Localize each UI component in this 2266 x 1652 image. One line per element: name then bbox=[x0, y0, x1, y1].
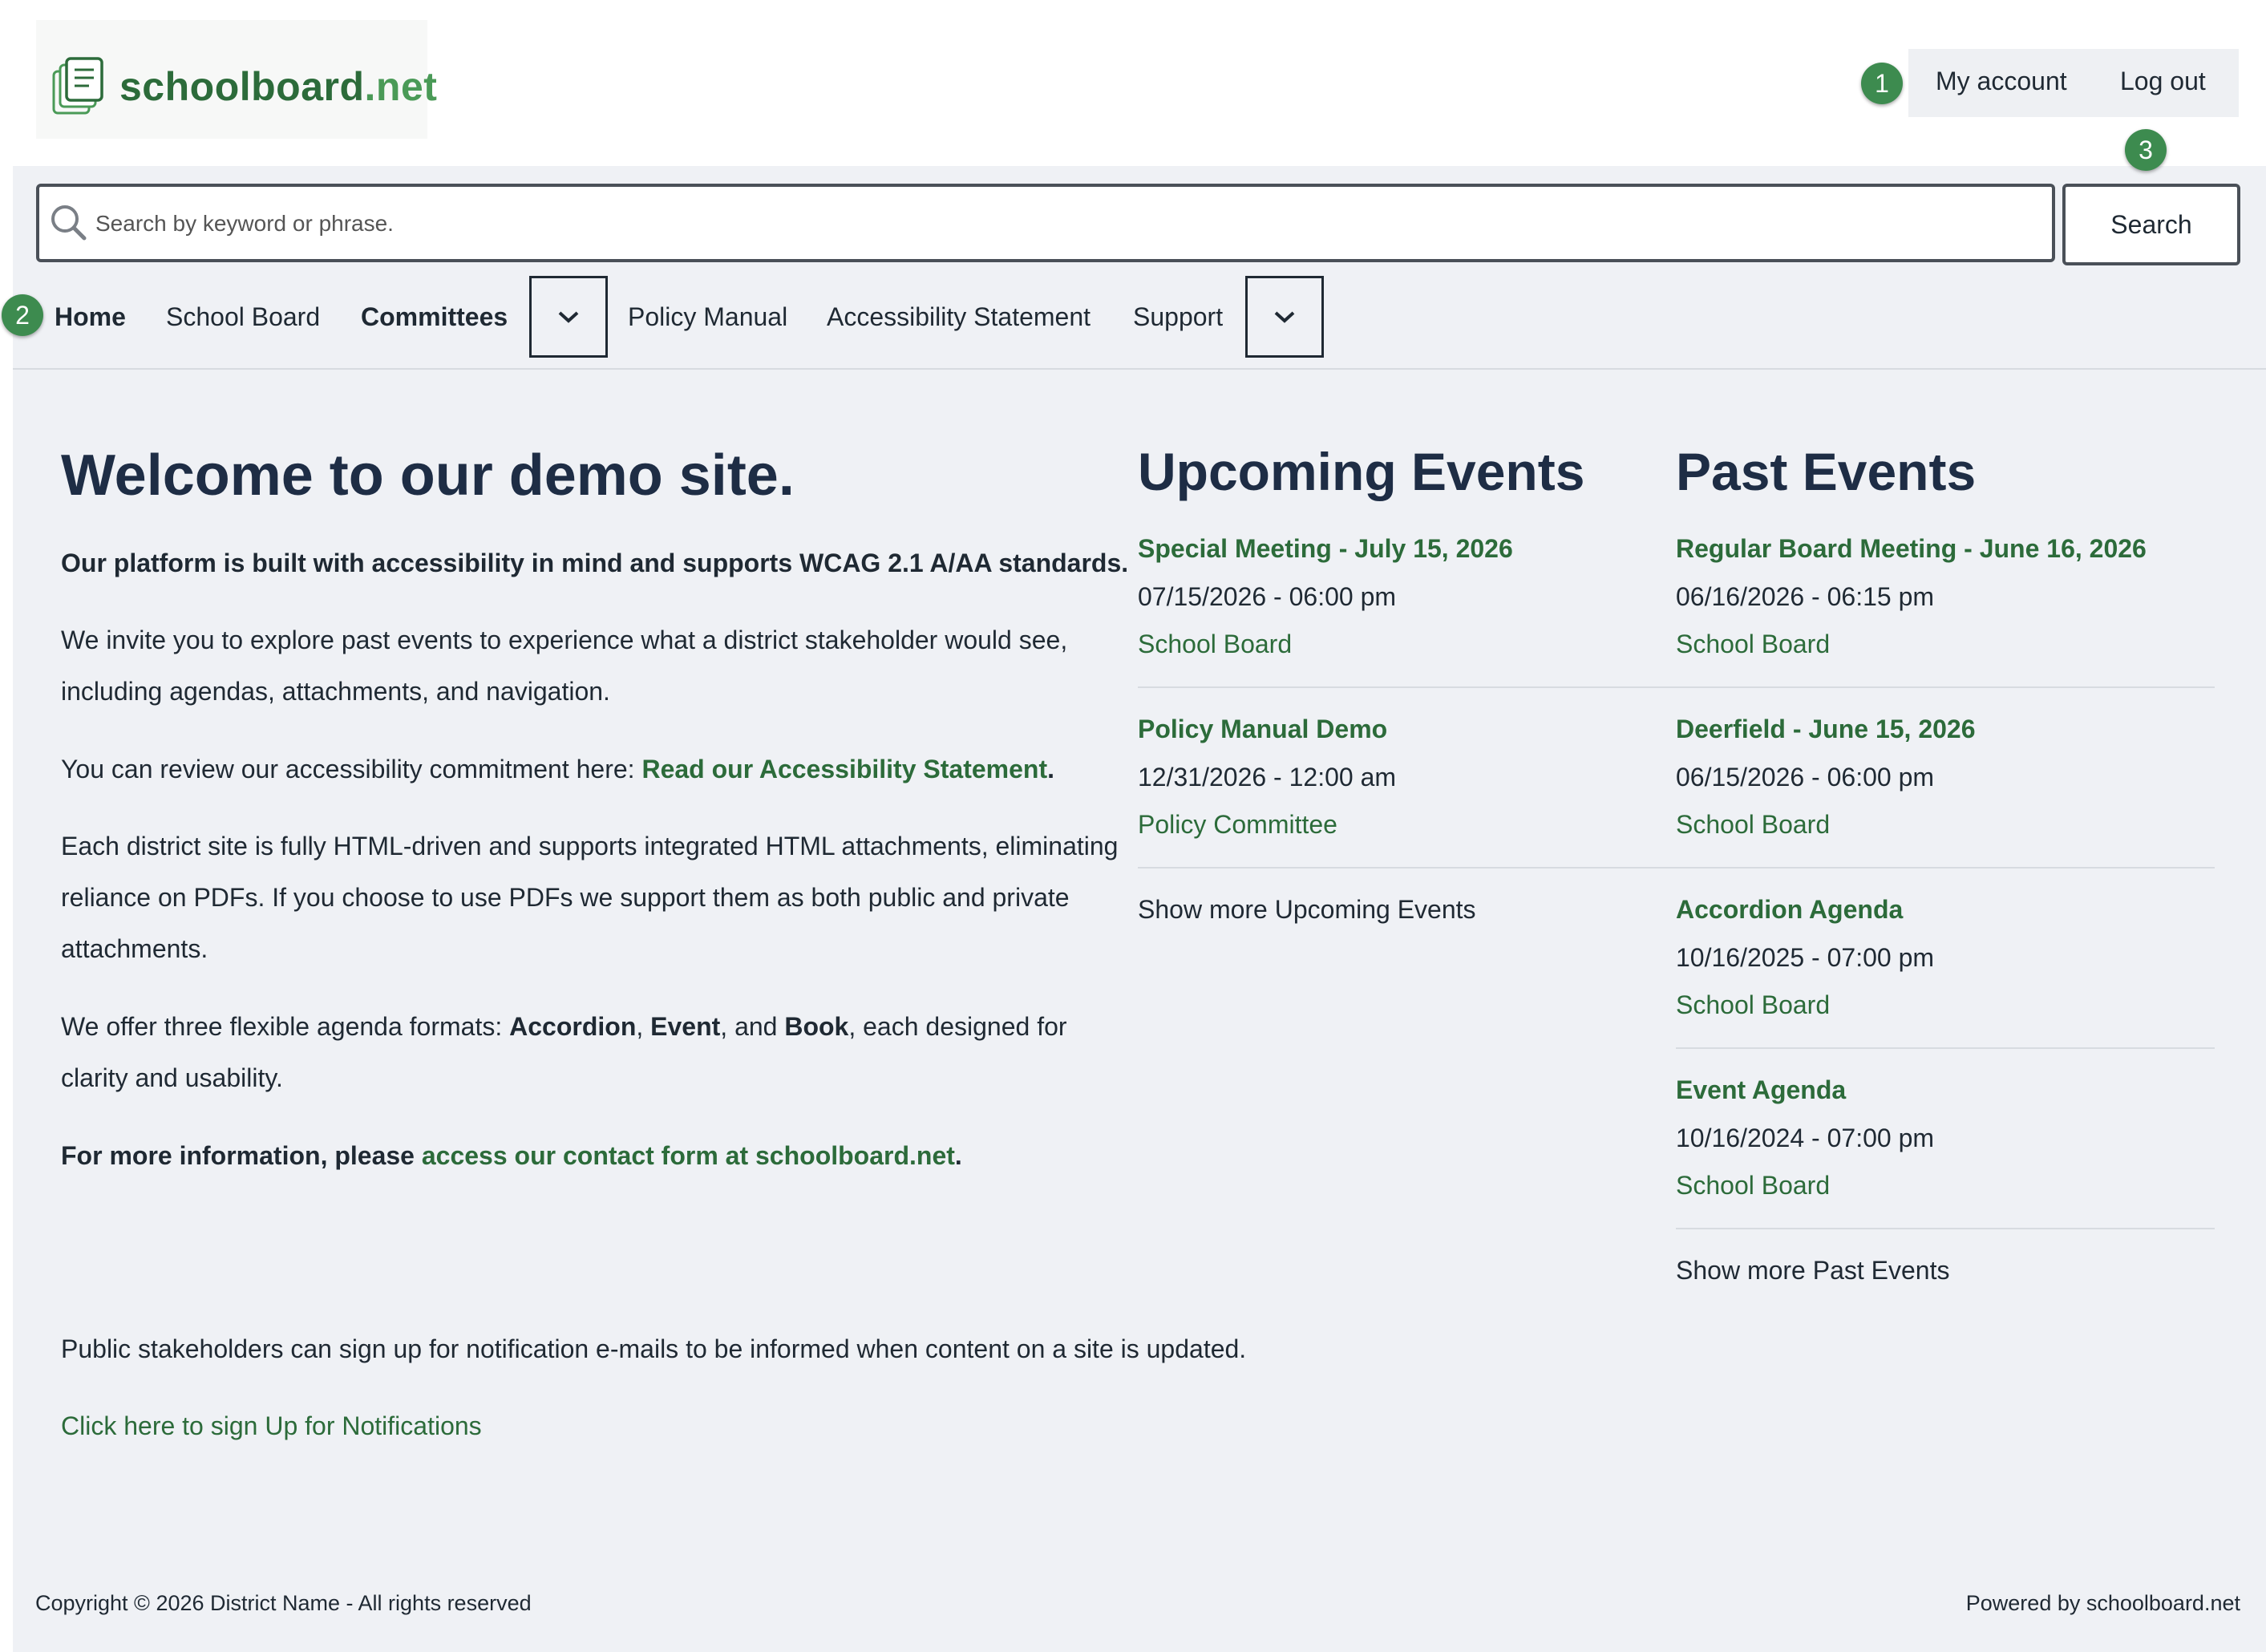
event-divider bbox=[1676, 1228, 2215, 1229]
search-icon bbox=[51, 205, 87, 241]
paragraph-html-driven: Each district site is fully HTML-driven … bbox=[61, 832, 1119, 963]
page: schoolboard.net 1 My account Log out 3 S… bbox=[0, 0, 2266, 1652]
paragraph-notifications: Public stakeholders can sign up for noti… bbox=[61, 1334, 1247, 1363]
event-divider bbox=[1138, 867, 1677, 869]
upcoming-events-heading: Upcoming Events bbox=[1138, 442, 1585, 501]
nav-accessibility-statement[interactable]: Accessibility Statement bbox=[827, 302, 1091, 332]
footer-powered-by[interactable]: Powered by schoolboard.net bbox=[1966, 1591, 2240, 1616]
support-dropdown-toggle[interactable] bbox=[1245, 276, 1324, 358]
event-divider bbox=[1138, 686, 1677, 688]
annotation-badge-3: 3 bbox=[2125, 129, 2167, 171]
event-committee-link[interactable]: School Board bbox=[1676, 630, 1830, 659]
document-stack-icon bbox=[52, 57, 103, 115]
logo[interactable]: schoolboard.net bbox=[36, 20, 437, 139]
past-events-heading: Past Events bbox=[1676, 442, 1977, 501]
event-title-link[interactable]: Policy Manual Demo bbox=[1138, 715, 1387, 744]
nav-home[interactable]: Home bbox=[55, 302, 126, 332]
event-title-link[interactable]: Accordion Agenda bbox=[1676, 895, 1903, 925]
contact-form-link[interactable]: access our contact form at schoolboard.n… bbox=[422, 1141, 955, 1170]
chevron-down-icon bbox=[558, 311, 579, 323]
show-more-past-link[interactable]: Show more Past Events bbox=[1676, 1256, 1949, 1286]
event-date: 06/16/2026 - 06:15 pm bbox=[1676, 582, 1935, 611]
log-out-link[interactable]: Log out bbox=[2120, 67, 2206, 96]
event-committee-link[interactable]: School Board bbox=[1138, 630, 1292, 659]
paragraph-agenda-formats: We offer three flexible agenda formats: … bbox=[61, 1012, 1067, 1092]
account-bar: My account Log out bbox=[1908, 49, 2239, 117]
nav-support[interactable]: Support bbox=[1133, 302, 1223, 332]
event-title-link[interactable]: Deerfield - June 15, 2026 bbox=[1676, 715, 1976, 744]
annotation-badge-1: 1 bbox=[1861, 63, 1903, 104]
footer-copyright: Copyright © 2026 District Name - All rig… bbox=[35, 1591, 532, 1615]
event-title-link[interactable]: Regular Board Meeting - June 16, 2026 bbox=[1676, 534, 2147, 564]
event-date: 07/15/2026 - 06:00 pm bbox=[1138, 582, 1397, 611]
intro-text: Our platform is built with accessibility… bbox=[61, 549, 1129, 577]
search-box bbox=[36, 184, 2055, 262]
signup-notifications-link[interactable]: Click here to sign Up for Notifications bbox=[61, 1400, 482, 1452]
paragraph-accessibility: You can review our accessibility commitm… bbox=[61, 755, 1054, 783]
event-divider bbox=[1676, 686, 2215, 688]
event-title-link[interactable]: Special Meeting - July 15, 2026 bbox=[1138, 534, 1513, 564]
event-committee-link[interactable]: School Board bbox=[1676, 990, 1830, 1020]
event-committee-link[interactable]: School Board bbox=[1676, 1171, 1830, 1201]
event-committee-link[interactable]: School Board bbox=[1676, 810, 1830, 840]
event-date: 10/16/2024 - 07:00 pm bbox=[1676, 1124, 1935, 1152]
nav-policy-manual[interactable]: Policy Manual bbox=[628, 302, 787, 332]
nav-committees[interactable]: Committees bbox=[361, 302, 508, 332]
event-divider bbox=[1676, 1047, 2215, 1049]
paragraph-explore: We invite you to explore past events to … bbox=[61, 626, 1068, 706]
nav-divider bbox=[13, 368, 2266, 370]
accessibility-statement-link[interactable]: Read our Accessibility Statement bbox=[641, 755, 1047, 783]
site-header: schoolboard.net 1 My account Log out bbox=[0, 0, 2266, 166]
search-button[interactable]: Search bbox=[2062, 184, 2240, 265]
event-title-link[interactable]: Event Agenda bbox=[1676, 1075, 1846, 1105]
event-date: 10/16/2025 - 07:00 pm bbox=[1676, 943, 1935, 972]
chevron-down-icon bbox=[1274, 311, 1295, 323]
paragraph-more-info: For more information, please access our … bbox=[61, 1141, 962, 1170]
annotation-badge-2: 2 bbox=[2, 294, 43, 336]
logo-text: schoolboard.net bbox=[119, 64, 438, 109]
my-account-link[interactable]: My account bbox=[1936, 67, 2067, 96]
page-title: Welcome to our demo site. bbox=[61, 443, 795, 508]
event-committee-link[interactable]: Policy Committee bbox=[1138, 810, 1337, 840]
committees-dropdown-toggle[interactable] bbox=[529, 276, 608, 358]
show-more-upcoming-link[interactable]: Show more Upcoming Events bbox=[1138, 895, 1476, 925]
event-divider bbox=[1676, 867, 2215, 869]
event-date: 06/15/2026 - 06:00 pm bbox=[1676, 763, 1935, 792]
event-date: 12/31/2026 - 12:00 am bbox=[1138, 763, 1397, 792]
search-input[interactable] bbox=[94, 195, 2037, 253]
nav-school-board[interactable]: School Board bbox=[166, 302, 320, 332]
